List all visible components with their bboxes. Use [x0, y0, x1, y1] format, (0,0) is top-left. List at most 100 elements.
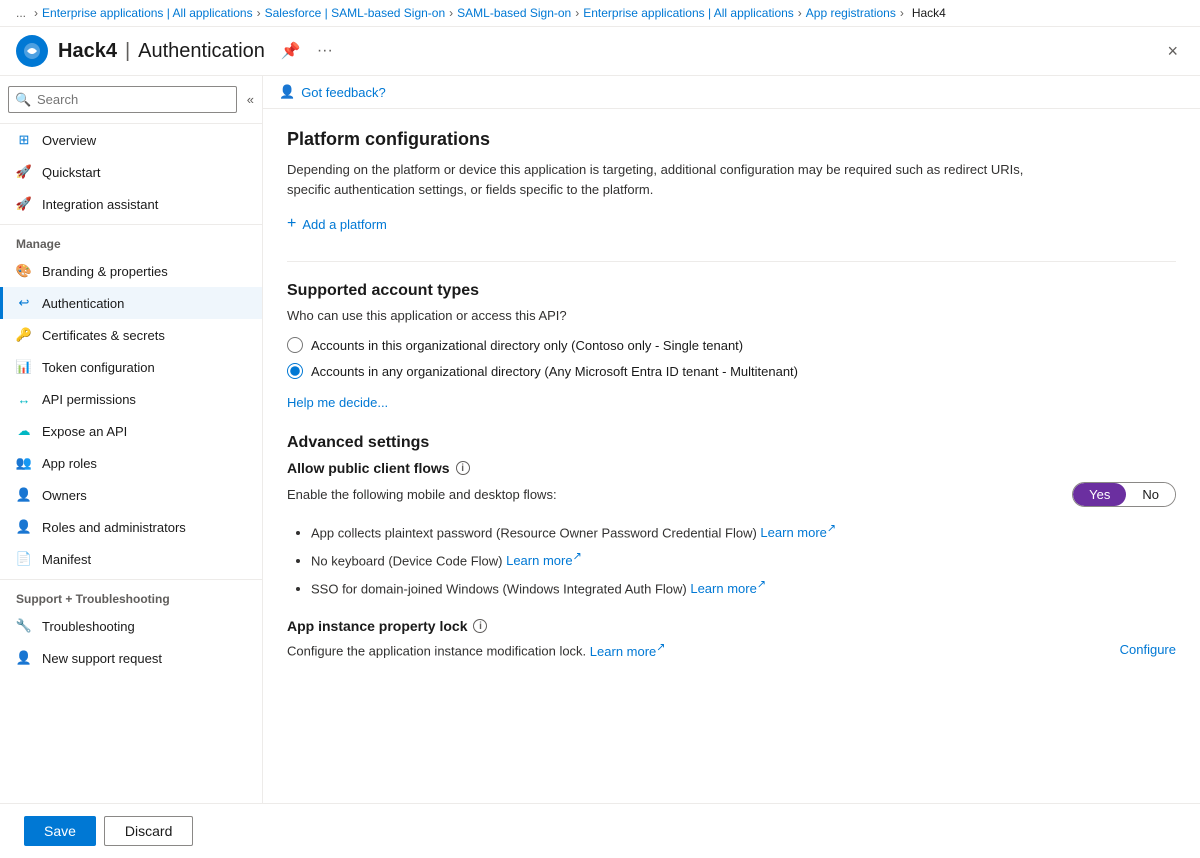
manifest-icon: 📄: [16, 551, 32, 567]
bullet-1-text: App collects plaintext password (Resourc…: [311, 525, 757, 540]
title-bar: Hack4 | Authentication 📌 ··· ×: [0, 27, 1200, 76]
sidebar-item-token[interactable]: 📊 Token configuration: [0, 351, 262, 383]
divider-1: [287, 261, 1176, 262]
nav-section-top: ⊞ Overview 🚀 Quickstart 🚀 Integration as…: [0, 124, 262, 220]
sidebar-label-certificates: Certificates & secrets: [42, 328, 165, 343]
platform-config-section: Platform configurations Depending on the…: [287, 129, 1176, 233]
breadcrumb-app-registrations[interactable]: App registrations: [806, 6, 896, 20]
collapse-sidebar-button[interactable]: «: [247, 92, 254, 107]
expose-icon: ☁: [16, 423, 32, 439]
sidebar-item-roles-admin[interactable]: 👤 Roles and administrators: [0, 511, 262, 543]
breadcrumb: ... › Enterprise applications | All appl…: [0, 0, 1200, 27]
public-client-label: Allow public client flows i: [287, 460, 1176, 476]
support-icon: 👤: [16, 650, 32, 666]
search-icon: 🔍: [15, 92, 31, 108]
approles-icon: 👥: [16, 455, 32, 471]
breadcrumb-saml[interactable]: SAML-based Sign-on: [457, 6, 571, 20]
account-types-radio-group: Accounts in this organizational director…: [287, 337, 1176, 379]
sidebar-item-support[interactable]: 👤 New support request: [0, 642, 262, 674]
title-actions: 📌 ···: [277, 39, 337, 63]
sidebar-label-branding: Branding & properties: [42, 264, 168, 279]
more-button[interactable]: ···: [313, 39, 337, 63]
public-client-bullets: App collects plaintext password (Resourc…: [287, 521, 1176, 598]
account-types-desc: Who can use this application or access t…: [287, 308, 1176, 323]
sidebar-label-owners: Owners: [42, 488, 87, 503]
radio-single-tenant-input[interactable]: [287, 337, 303, 353]
page-title: Authentication: [138, 40, 265, 63]
sidebar-item-manifest[interactable]: 📄 Manifest: [0, 543, 262, 575]
property-lock-desc: Configure the application instance modif…: [287, 640, 665, 658]
sidebar-label-troubleshooting: Troubleshooting: [42, 619, 135, 634]
sidebar-item-owners[interactable]: 👤 Owners: [0, 479, 262, 511]
sidebar-item-overview[interactable]: ⊞ Overview: [0, 124, 262, 156]
public-client-toggle[interactable]: Yes No: [1072, 482, 1176, 507]
advanced-settings-title: Advanced settings: [287, 434, 1176, 452]
sidebar-item-branding[interactable]: 🎨 Branding & properties: [0, 255, 262, 287]
branding-icon: 🎨: [16, 263, 32, 279]
toggle-no[interactable]: No: [1126, 483, 1175, 506]
nav-section-support: Support + Troubleshooting 🔧 Troubleshoot…: [0, 575, 262, 674]
external-link-icon-1: ↗: [827, 523, 836, 535]
search-input[interactable]: [8, 86, 237, 113]
bullet-3-learn-more[interactable]: Learn more↗: [690, 581, 766, 596]
breadcrumb-ellipsis[interactable]: ...: [16, 6, 26, 20]
bullet-3: SSO for domain-joined Windows (Windows I…: [311, 577, 1176, 599]
footer: Save Discard: [0, 803, 1200, 858]
support-section-header: Support + Troubleshooting: [0, 579, 262, 610]
sidebar-label-manifest: Manifest: [42, 552, 91, 567]
property-lock-learn-more[interactable]: Learn more↗: [590, 644, 666, 659]
sidebar-item-app-roles[interactable]: 👥 App roles: [0, 447, 262, 479]
discard-button[interactable]: Discard: [104, 816, 193, 846]
advanced-settings-section: Advanced settings Allow public client fl…: [287, 434, 1176, 659]
sidebar: 🔍 « ⊞ Overview 🚀 Quickstart 🚀 Integratio…: [0, 76, 263, 803]
search-wrap: 🔍: [8, 86, 237, 113]
sidebar-label-roles-admin: Roles and administrators: [42, 520, 186, 535]
token-icon: 📊: [16, 359, 32, 375]
help-me-decide-link[interactable]: Help me decide...: [287, 395, 388, 410]
account-types-section: Supported account types Who can use this…: [287, 282, 1176, 410]
bullet-1-learn-more[interactable]: Learn more↗: [760, 525, 836, 540]
radio-multi-tenant-label: Accounts in any organizational directory…: [311, 364, 798, 379]
platform-config-desc: Depending on the platform or device this…: [287, 160, 1047, 199]
sidebar-item-authentication[interactable]: ↩ Authentication: [0, 287, 262, 319]
sidebar-label-api-permissions: API permissions: [42, 392, 136, 407]
toggle-row: Enable the following mobile and desktop …: [287, 482, 1176, 507]
feedback-bar[interactable]: 👤 Got feedback?: [263, 76, 1200, 109]
bullet-2-learn-more[interactable]: Learn more↗: [506, 553, 582, 568]
title-separator: |: [125, 40, 130, 63]
property-lock-info-icon[interactable]: i: [473, 619, 487, 633]
manage-section-header: Manage: [0, 224, 262, 255]
breadcrumb-salesforce[interactable]: Salesforce | SAML-based Sign-on: [265, 6, 446, 20]
sidebar-item-quickstart[interactable]: 🚀 Quickstart: [0, 156, 262, 188]
add-platform-button[interactable]: + Add a platform: [287, 215, 387, 233]
sidebar-item-api-permissions[interactable]: ↔ API permissions: [0, 383, 262, 415]
sidebar-label-integration: Integration assistant: [42, 197, 158, 212]
sidebar-label-expose-api: Expose an API: [42, 424, 127, 439]
radio-multi-tenant-input[interactable]: [287, 363, 303, 379]
sidebar-search-container: 🔍 «: [0, 76, 262, 124]
platform-config-title: Platform configurations: [287, 129, 1176, 150]
roles-icon: 👤: [16, 519, 32, 535]
save-button[interactable]: Save: [24, 816, 96, 846]
property-lock-row: Configure the application instance modif…: [287, 640, 1176, 658]
bullet-1: App collects plaintext password (Resourc…: [311, 521, 1176, 543]
radio-multi-tenant[interactable]: Accounts in any organizational directory…: [287, 363, 1176, 379]
close-button[interactable]: ×: [1161, 39, 1184, 64]
sidebar-item-integration[interactable]: 🚀 Integration assistant: [0, 188, 262, 220]
breadcrumb-enterprise-apps[interactable]: Enterprise applications | All applicatio…: [42, 6, 253, 20]
breadcrumb-enterprise-apps2[interactable]: Enterprise applications | All applicatio…: [583, 6, 794, 20]
sidebar-item-certificates[interactable]: 🔑 Certificates & secrets: [0, 319, 262, 351]
api-icon: ↔: [16, 391, 32, 407]
radio-single-tenant[interactable]: Accounts in this organizational director…: [287, 337, 1176, 353]
content-area: 👤 Got feedback? Platform configurations …: [263, 76, 1200, 803]
sidebar-item-expose-api[interactable]: ☁ Expose an API: [0, 415, 262, 447]
trouble-icon: 🔧: [16, 618, 32, 634]
configure-link[interactable]: Configure: [1120, 642, 1176, 657]
toggle-yes[interactable]: Yes: [1073, 483, 1126, 506]
app-logo: [16, 35, 48, 67]
sidebar-item-troubleshooting[interactable]: 🔧 Troubleshooting: [0, 610, 262, 642]
public-client-info-icon[interactable]: i: [456, 461, 470, 475]
pin-button[interactable]: 📌: [277, 39, 305, 63]
rocket-icon: 🚀: [16, 164, 32, 180]
radio-single-tenant-label: Accounts in this organizational director…: [311, 338, 743, 353]
